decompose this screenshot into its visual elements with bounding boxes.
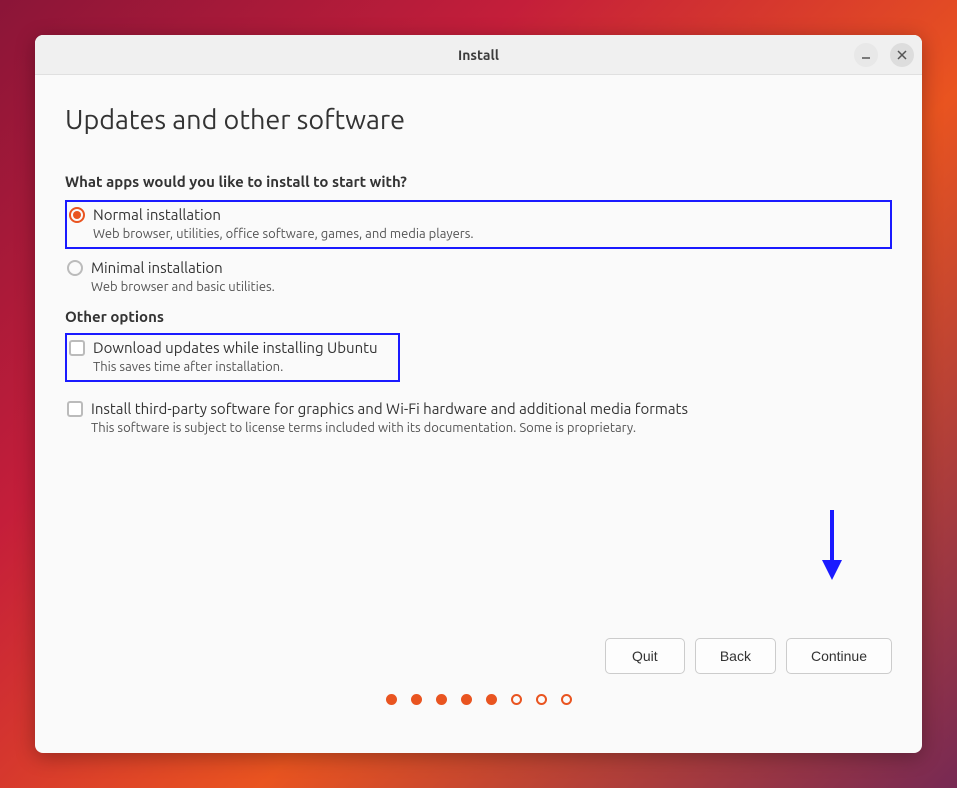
button-row: Quit Back Continue — [65, 618, 892, 674]
window-title: Install — [458, 47, 499, 63]
progress-dot — [461, 694, 472, 705]
back-button[interactable]: Back — [695, 638, 776, 674]
thirdparty-option[interactable]: Install third-party software for graphic… — [65, 396, 892, 441]
apps-question: What apps would you like to install to s… — [65, 173, 892, 190]
progress-dots — [65, 674, 892, 733]
minimal-install-label: Minimal installation — [91, 259, 223, 276]
progress-dot — [486, 694, 497, 705]
titlebar: Install — [35, 35, 922, 75]
download-updates-label: Download updates while installing Ubuntu — [93, 339, 378, 356]
normal-install-option[interactable]: Normal installation Web browser, utiliti… — [65, 200, 892, 249]
normal-install-desc: Web browser, utilities, office software,… — [93, 227, 888, 241]
checkbox-download-updates[interactable] — [69, 340, 85, 356]
minimal-install-desc: Web browser and basic utilities. — [91, 280, 890, 294]
download-updates-desc: This saves time after installation. — [93, 360, 396, 374]
other-options-heading: Other options — [65, 308, 892, 325]
window-controls — [854, 43, 914, 67]
progress-dot — [411, 694, 422, 705]
checkbox-thirdparty[interactable] — [67, 401, 83, 417]
minimize-button[interactable] — [854, 43, 878, 67]
continue-button[interactable]: Continue — [786, 638, 892, 674]
thirdparty-desc: This software is subject to license term… — [91, 421, 890, 435]
installer-window: Install Updates and other software What … — [35, 35, 922, 753]
progress-dot — [561, 694, 572, 705]
minimal-install-option[interactable]: Minimal installation Web browser and bas… — [65, 255, 892, 300]
quit-button[interactable]: Quit — [605, 638, 685, 674]
content-area: Updates and other software What apps wou… — [35, 75, 922, 753]
progress-dot — [536, 694, 547, 705]
progress-dot — [511, 694, 522, 705]
download-updates-option[interactable]: Download updates while installing Ubuntu… — [65, 333, 400, 382]
progress-dot — [436, 694, 447, 705]
minimize-icon — [861, 50, 871, 60]
radio-normal-install[interactable] — [69, 207, 85, 223]
normal-install-label: Normal installation — [93, 206, 221, 223]
radio-minimal-install[interactable] — [67, 260, 83, 276]
progress-dot — [386, 694, 397, 705]
thirdparty-label: Install third-party software for graphic… — [91, 400, 688, 417]
close-button[interactable] — [890, 43, 914, 67]
close-icon — [897, 50, 907, 60]
page-title: Updates and other software — [65, 105, 892, 135]
